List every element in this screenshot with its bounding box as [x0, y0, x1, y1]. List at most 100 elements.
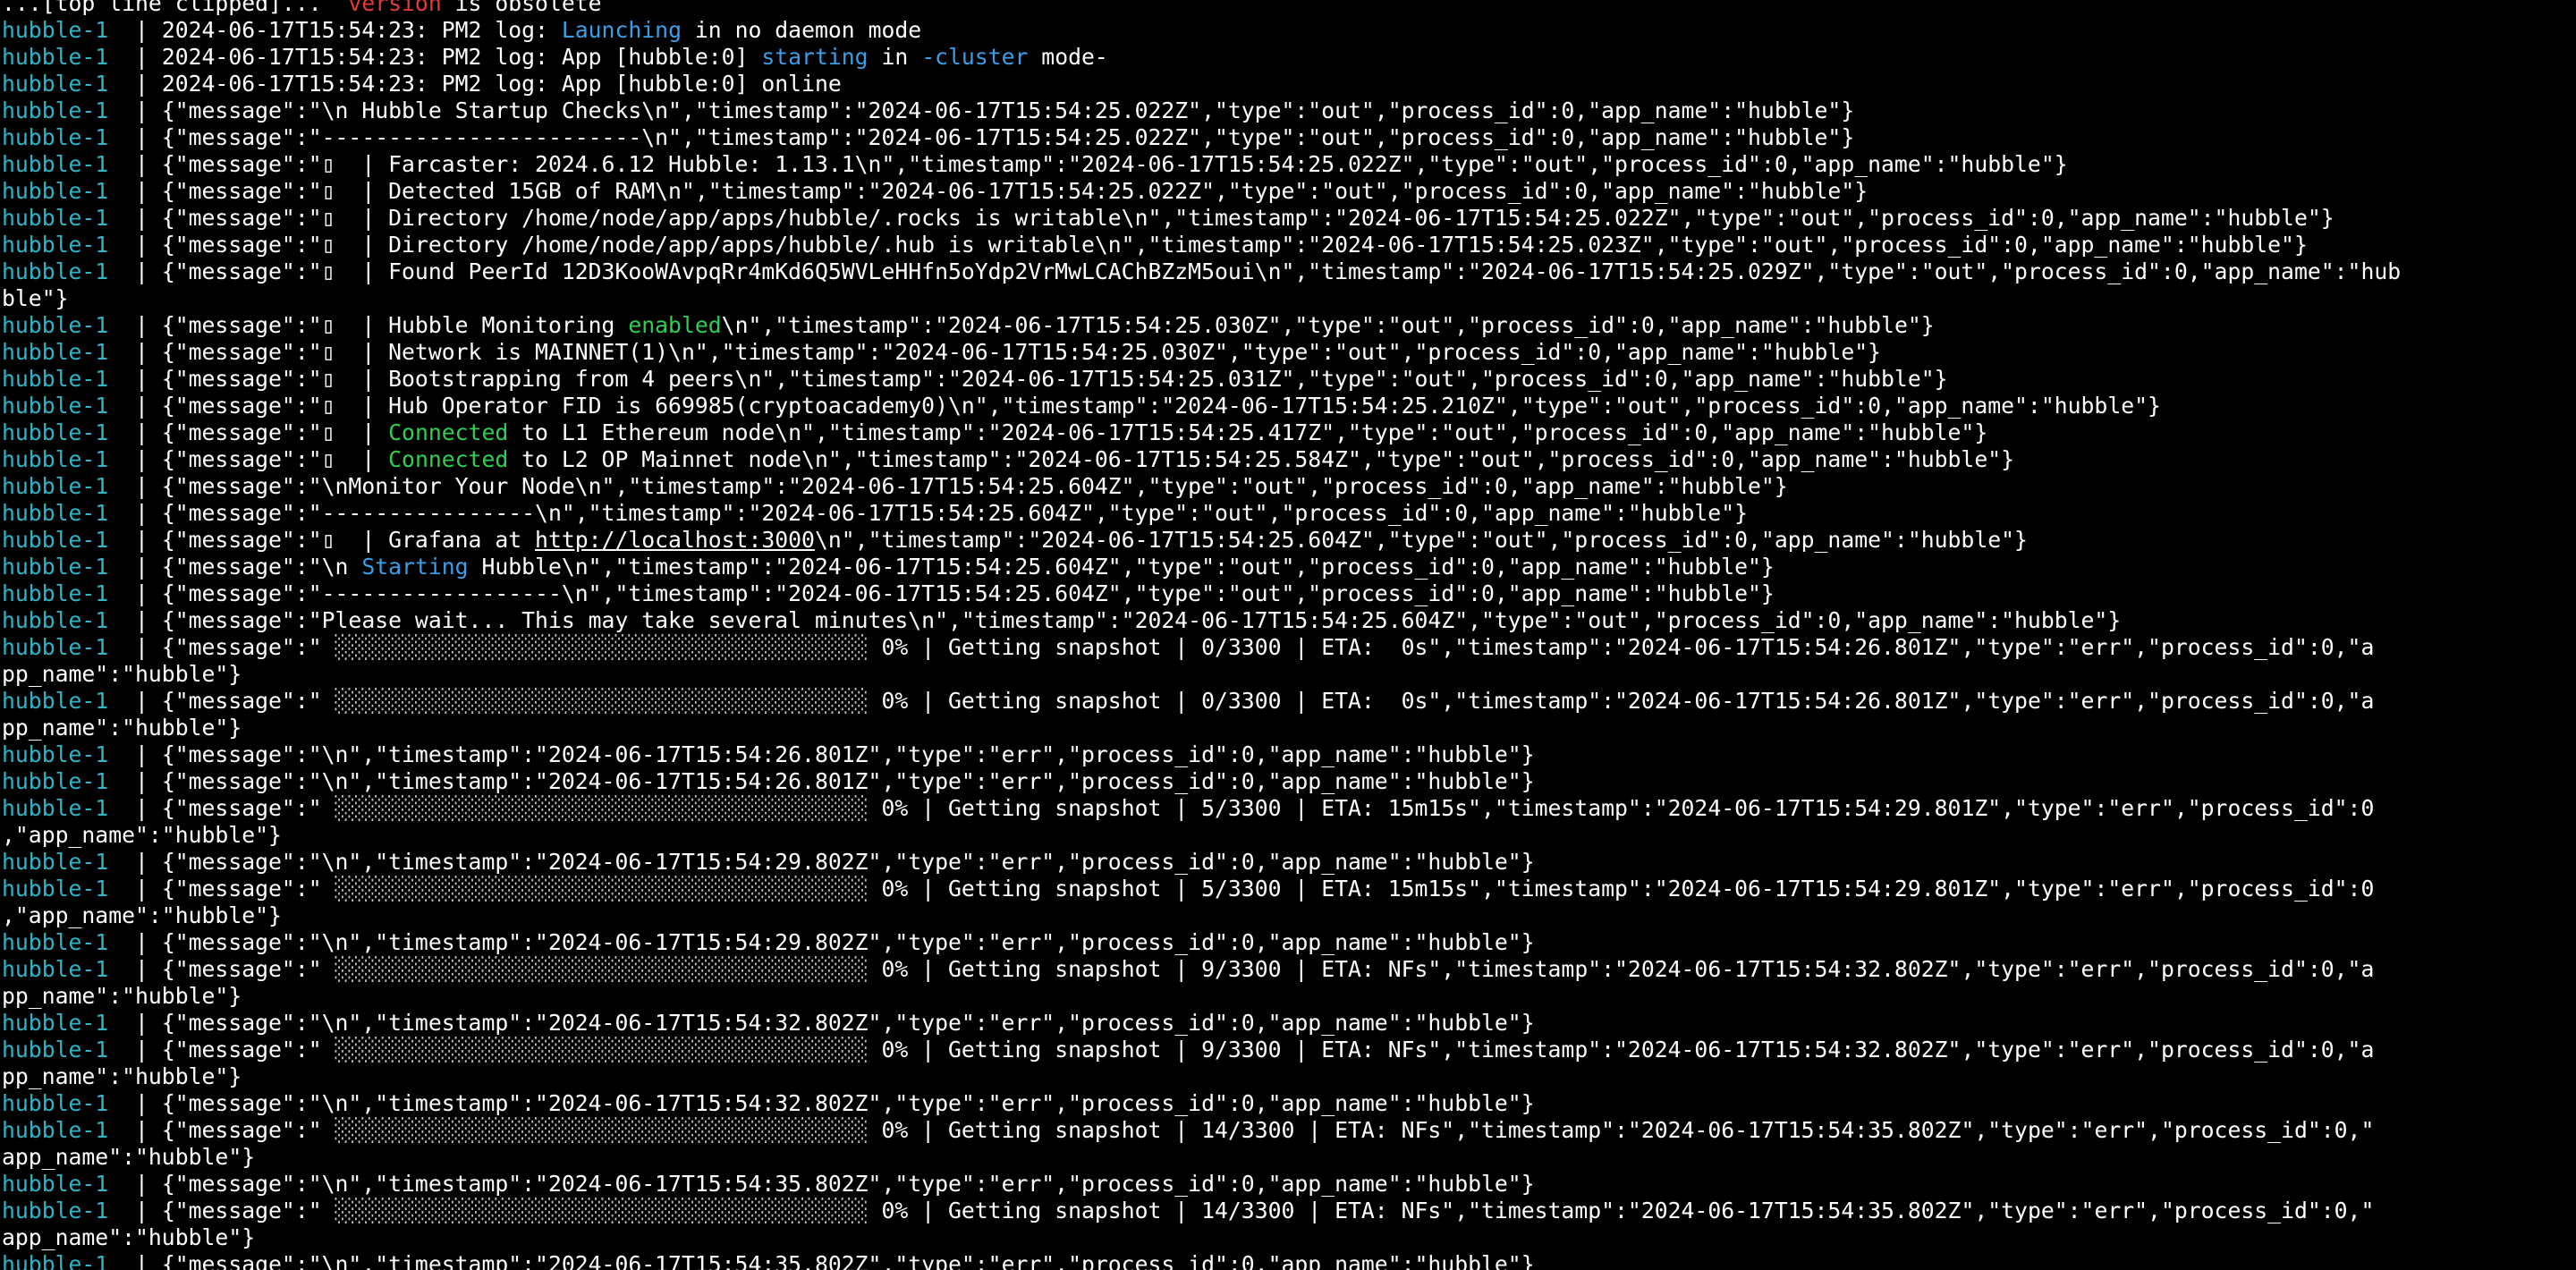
log-line: hubble-1 | {"message":"\n","timestamp":"…	[2, 768, 2576, 795]
log-line: hubble-1 | {"message":"\n","timestamp":"…	[2, 1090, 2576, 1117]
log-text: | {"message":"	[108, 1198, 335, 1223]
log-keyword: starting	[761, 44, 869, 70]
log-text: app_name":"hubble"}	[2, 1144, 256, 1170]
log-line: hubble-1 | 2024-06-17T15:54:23: PM2 log:…	[2, 71, 2576, 97]
log-text: | {"message":"Please wait... This may ta…	[108, 607, 2122, 633]
terminal-output[interactable]: ...[top line clipped]... version is obso…	[0, 0, 2576, 1270]
log-text: | {"message":"\n	[108, 554, 362, 580]
log-text: | {"message":"\n","timestamp":"2024-06-1…	[108, 1171, 1535, 1197]
log-line: hubble-1 | {"message":"-----------------…	[2, 124, 2576, 151]
service-name: hubble-1	[2, 1198, 109, 1223]
log-text: | {"message":"▯ | Hub Operator FID is 66…	[108, 393, 2161, 419]
log-text: | {"message":"\n","timestamp":"2024-06-1…	[108, 1090, 1535, 1116]
log-text: 0% | Getting snapshot | 9/3300 | ETA: NF…	[868, 1037, 2375, 1063]
log-keyword: Connected	[388, 419, 509, 445]
log-line: hubble-1 | {"message":"\n","timestamp":"…	[2, 1010, 2576, 1037]
log-line: hubble-1 | {"message":"▯ | Bootstrapping…	[2, 366, 2576, 393]
log-line: ...[top line clipped]... version is obso…	[2, 0, 2576, 17]
log-text: 0% | Getting snapshot | 14/3300 | ETA: N…	[868, 1198, 2375, 1223]
progress-bar: ░░░░░░░░░░░░░░░░░░░░░░░░░░░░░░░░░░░░░░░░	[335, 956, 869, 982]
log-line: hubble-1 | 2024-06-17T15:54:23: PM2 log:…	[2, 44, 2576, 71]
log-text: | {"message":"▯ | Directory /home/node/a…	[108, 232, 2308, 258]
log-keyword: Connected	[388, 446, 509, 472]
log-text: in	[868, 44, 922, 70]
log-text: | {"message":"	[108, 688, 335, 714]
log-text: | {"message":"▯ |	[108, 446, 389, 472]
log-line: hubble-1 | {"message":"▯ | Connected to …	[2, 419, 2576, 446]
service-name: hubble-1	[2, 124, 109, 150]
log-text: to L2 OP Mainnet node\n","timestamp":"20…	[508, 446, 2015, 472]
log-line: app_name":"hubble"}	[2, 1224, 2576, 1251]
log-text: pp_name":"hubble"}	[2, 983, 242, 1009]
log-text: | {"message":"	[108, 795, 335, 821]
log-line: hubble-1 | {"message":"▯ | Directory /ho…	[2, 232, 2576, 258]
service-name: hubble-1	[2, 580, 109, 606]
log-line: hubble-1 | {"message":"-----------------…	[2, 580, 2576, 607]
service-name: hubble-1	[2, 258, 109, 284]
log-text: | {"message":"	[108, 1037, 335, 1063]
log-text: | {"message":"\n","timestamp":"2024-06-1…	[108, 741, 1535, 767]
log-line: hubble-1 | {"message":"\n Starting Hubbl…	[2, 554, 2576, 580]
log-line: hubble-1 | 2024-06-17T15:54:23: PM2 log:…	[2, 17, 2576, 44]
log-line: hubble-1 | {"message":"▯ | Found PeerId …	[2, 258, 2576, 285]
log-text: to L1 Ethereum node\n","timestamp":"2024…	[508, 419, 1988, 445]
log-text: | {"message":"▯ | Detected 15GB of RAM\n…	[108, 178, 1868, 204]
log-text: | {"message":"▯ | Farcaster: 2024.6.12 H…	[108, 151, 2068, 177]
log-line: hubble-1 | {"message":"\n","timestamp":"…	[2, 1251, 2576, 1270]
progress-bar: ░░░░░░░░░░░░░░░░░░░░░░░░░░░░░░░░░░░░░░░░	[335, 1037, 869, 1063]
log-text: | {"message":"▯ | Network is MAINNET(1)\…	[108, 339, 1882, 365]
progress-bar: ░░░░░░░░░░░░░░░░░░░░░░░░░░░░░░░░░░░░░░░░	[335, 795, 869, 821]
service-name: hubble-1	[2, 849, 109, 875]
progress-bar: ░░░░░░░░░░░░░░░░░░░░░░░░░░░░░░░░░░░░░░░░	[335, 634, 869, 660]
log-text: \n","timestamp":"2024-06-17T15:54:25.604…	[814, 527, 2028, 553]
log-text: in no daemon mode	[681, 17, 922, 43]
service-name: hubble-1	[2, 795, 109, 821]
progress-bar: ░░░░░░░░░░░░░░░░░░░░░░░░░░░░░░░░░░░░░░░░	[335, 1198, 869, 1223]
grafana-link[interactable]: http://localhost:3000	[535, 527, 815, 553]
service-name: hubble-1	[2, 366, 109, 392]
service-name: hubble-1	[2, 205, 109, 231]
log-text: | {"message":"▯ |	[108, 419, 389, 445]
log-line: hubble-1 | {"message":"▯ | Connected to …	[2, 446, 2576, 473]
service-name: hubble-1	[2, 446, 109, 472]
service-name: hubble-1	[2, 741, 109, 767]
log-keyword: -cluster	[921, 44, 1029, 70]
log-text: 0% | Getting snapshot | 14/3300 | ETA: N…	[868, 1117, 2375, 1143]
log-line: pp_name":"hubble"}	[2, 983, 2576, 1010]
log-text: | {"message":"▯ | Bootstrapping from 4 p…	[108, 366, 1948, 392]
log-text: 0% | Getting snapshot | 5/3300 | ETA: 15…	[868, 876, 2375, 902]
log-text: \n","timestamp":"2024-06-17T15:54:25.030…	[721, 312, 1935, 338]
log-text: pp_name":"hubble"}	[2, 715, 242, 741]
log-keyword: version	[348, 0, 442, 16]
service-name: hubble-1	[2, 1090, 109, 1116]
service-name: hubble-1	[2, 339, 109, 365]
log-line: ,"app_name":"hubble"}	[2, 822, 2576, 849]
service-name: hubble-1	[2, 97, 109, 123]
log-text: | {"message":"\n Hubble Startup Checks\n…	[108, 97, 1855, 123]
log-text: Hubble\n","timestamp":"2024-06-17T15:54:…	[468, 554, 1775, 580]
service-name: hubble-1	[2, 929, 109, 955]
service-name: hubble-1	[2, 312, 109, 338]
progress-bar: ░░░░░░░░░░░░░░░░░░░░░░░░░░░░░░░░░░░░░░░░	[335, 1117, 869, 1143]
log-line: hubble-1 | {"message":"▯ | Network is MA…	[2, 339, 2576, 366]
log-line: hubble-1 | {"message":" ░░░░░░░░░░░░░░░░…	[2, 1198, 2576, 1224]
log-line: hubble-1 | {"message":" ░░░░░░░░░░░░░░░░…	[2, 795, 2576, 822]
log-text: 0% | Getting snapshot | 0/3300 | ETA: 0s…	[868, 688, 2375, 714]
log-text: | {"message":"\n","timestamp":"2024-06-1…	[108, 1251, 1535, 1270]
log-text: | {"message":"------------------\n","tim…	[108, 580, 1775, 606]
service-name: hubble-1	[2, 419, 109, 445]
log-line: hubble-1 | {"message":"\n","timestamp":"…	[2, 929, 2576, 956]
log-line: hubble-1 | {"message":" ░░░░░░░░░░░░░░░░…	[2, 956, 2576, 983]
log-line: hubble-1 | {"message":"\n","timestamp":"…	[2, 1171, 2576, 1198]
service-name: hubble-1	[2, 393, 109, 419]
log-line: hubble-1 | {"message":"\n Hubble Startup…	[2, 97, 2576, 124]
log-line: hubble-1 | {"message":"Please wait... Th…	[2, 607, 2576, 634]
service-name: hubble-1	[2, 1037, 109, 1063]
log-line: hubble-1 | {"message":"\nMonitor Your No…	[2, 473, 2576, 500]
log-line: hubble-1 | {"message":"----------------\…	[2, 500, 2576, 527]
service-name: hubble-1	[2, 1010, 109, 1036]
service-name: hubble-1	[2, 178, 109, 204]
log-text: | {"message":"\n","timestamp":"2024-06-1…	[108, 849, 1535, 875]
log-line: hubble-1 | {"message":"▯ | Hub Operator …	[2, 393, 2576, 419]
log-text: | {"message":"▯ | Hubble Monitoring	[108, 312, 629, 338]
